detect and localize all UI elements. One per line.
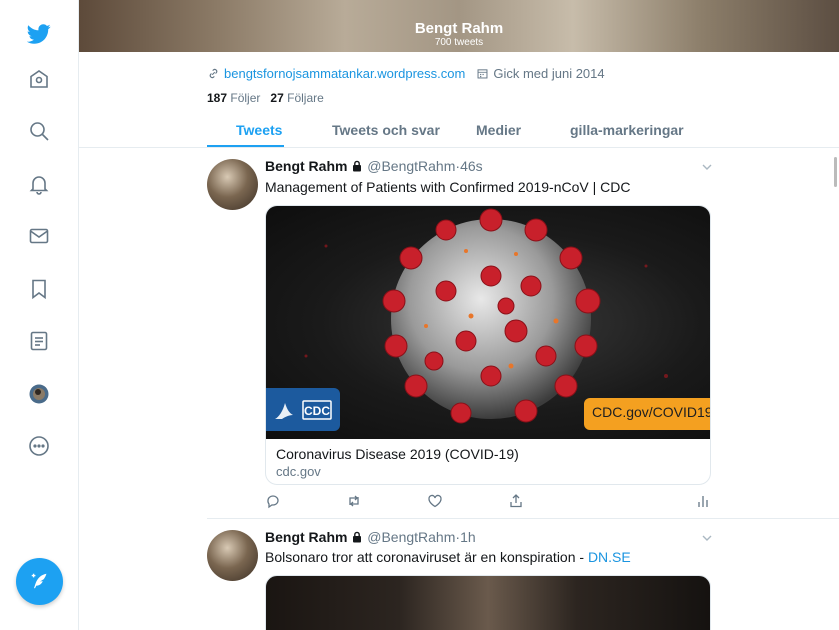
profile-website-link[interactable]: bengtsfornojsammatankar.wordpress.com xyxy=(224,66,465,81)
avatar[interactable] xyxy=(207,159,258,210)
notifications-icon[interactable] xyxy=(26,171,52,197)
tab-media[interactable]: Medier xyxy=(476,122,521,138)
following-label: Följer xyxy=(230,91,261,105)
tweet-handle[interactable]: @BengtRahm xyxy=(367,529,455,545)
cdc-logo: CDC xyxy=(266,388,340,431)
card-title: Coronavirus Disease 2019 (COVID-19) xyxy=(276,446,519,462)
profile-info-row: bengtsfornojsammatankar.wordpress.com Gi… xyxy=(207,66,605,81)
tweet-time[interactable]: 1h xyxy=(460,529,476,545)
more-icon[interactable] xyxy=(26,433,52,459)
card-overlay-url: CDC.gov/COVID19 xyxy=(584,398,710,430)
twitter-logo-icon[interactable] xyxy=(26,21,52,47)
following-count: 187 xyxy=(207,91,228,105)
scrollbar[interactable] xyxy=(834,157,837,187)
link-icon xyxy=(209,68,218,79)
messages-icon[interactable] xyxy=(26,223,52,249)
profile-name: Bengt Rahm xyxy=(414,20,504,37)
tab-tweets-and-replies[interactable]: Tweets och svar xyxy=(332,122,440,138)
reply-icon[interactable] xyxy=(265,493,281,509)
tweet-text: Management of Patients with Confirmed 20… xyxy=(265,179,631,195)
joined-date: Gick med juni 2014 xyxy=(493,66,605,81)
tweet-media-image[interactable] xyxy=(265,575,711,630)
card-image: CDC CDC.gov/COVID19 xyxy=(266,206,710,439)
tweet-link[interactable]: DN.SE xyxy=(588,549,631,565)
compose-tweet-button[interactable] xyxy=(16,558,63,605)
link-card[interactable]: CDC CDC.gov/COVID19 Coronavirus Disease … xyxy=(265,205,711,485)
tweet-divider xyxy=(207,518,839,519)
tab-likes[interactable]: gilla-markeringar xyxy=(570,122,684,138)
lock-icon xyxy=(353,531,362,543)
tweet-text-body: Bolsonaro tror att coronaviruset är en k… xyxy=(265,549,588,565)
chevron-down-icon[interactable] xyxy=(701,161,713,173)
following-link[interactable]: 187 Följer xyxy=(207,91,260,105)
followers-count: 27 xyxy=(270,91,284,105)
cdc-logo-text: CDC xyxy=(304,404,330,418)
tweet-text: Bolsonaro tror att coronaviruset är en k… xyxy=(265,549,631,565)
tweet-count: 700 tweets xyxy=(434,37,484,48)
profile-tabs: Tweets Tweets och svar Medier gilla-mark… xyxy=(79,112,839,148)
tab-tweets[interactable]: Tweets xyxy=(236,122,282,138)
explore-icon[interactable] xyxy=(26,118,52,144)
follow-stats: 187 Följer 27 Följare xyxy=(207,91,324,105)
followers-label: Följare xyxy=(287,91,324,105)
like-heart-icon[interactable] xyxy=(427,493,443,509)
calendar-icon xyxy=(477,69,488,79)
tweet-author-name[interactable]: Bengt Rahm xyxy=(265,158,347,174)
lock-icon xyxy=(353,160,362,172)
tweet-header: Bengt Rahm @BengtRahm·1h xyxy=(265,529,476,545)
bookmarks-icon[interactable] xyxy=(26,276,52,302)
analytics-icon[interactable] xyxy=(695,493,711,509)
chevron-down-icon[interactable] xyxy=(701,532,713,544)
active-tab-indicator xyxy=(207,145,284,147)
tweet-handle[interactable]: @BengtRahm xyxy=(367,158,455,174)
tweet-actions xyxy=(265,493,711,511)
share-icon[interactable] xyxy=(508,493,524,509)
profile-header-banner: Bengt Rahm 700 tweets xyxy=(79,0,839,52)
home-icon[interactable] xyxy=(26,66,52,92)
followers-link[interactable]: 27 Följare xyxy=(270,91,323,105)
lists-icon[interactable] xyxy=(26,328,52,354)
tweet-author-name[interactable]: Bengt Rahm xyxy=(265,529,347,545)
tweet-header: Bengt Rahm @BengtRahm·46s xyxy=(265,158,483,174)
card-domain: cdc.gov xyxy=(276,464,321,479)
profile-avatar-icon[interactable] xyxy=(26,381,52,407)
tweet-time[interactable]: 46s xyxy=(460,158,483,174)
retweet-icon[interactable] xyxy=(346,493,362,509)
sidebar xyxy=(0,0,79,630)
compose-feather-icon xyxy=(31,573,46,588)
avatar[interactable] xyxy=(207,530,258,581)
